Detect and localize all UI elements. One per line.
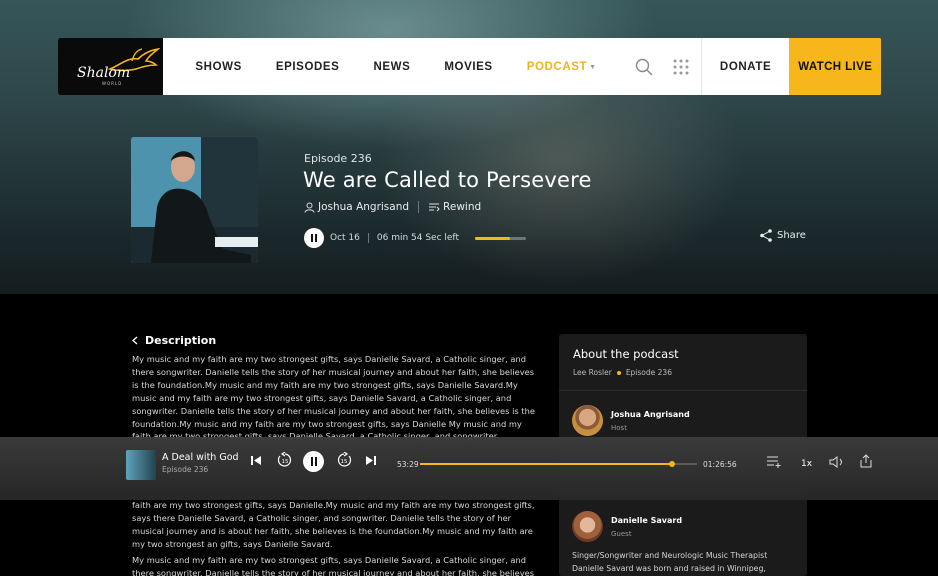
grid-icon[interactable] [673,59,689,75]
share-label: Share [777,230,806,241]
episode-progress-fill [474,236,510,240]
person-name: Danielle Savard [611,515,683,525]
next-button[interactable] [365,455,376,466]
volume-button[interactable] [829,456,845,468]
episode-author[interactable]: Joshua Angrisand [318,201,409,213]
description-title: Description [145,334,217,347]
nav-news[interactable]: NEWS [373,61,410,73]
nav-movies[interactable]: MOVIES [444,61,492,73]
audio-player-bar: A Deal with God Episode 236 15 15 53:29 [0,437,938,500]
pause-icon [311,234,317,242]
top-navigation: Shalom WORLD SHOWS EPISODES NEWS MOVIES … [58,38,881,95]
share-button[interactable]: Share [760,229,806,242]
episode-number: Episode 236 [304,152,372,165]
person-guest[interactable]: Danielle Savard Guest [572,511,682,542]
share-icon [760,229,772,242]
meta-divider [367,233,369,243]
panel-divider [559,390,807,391]
logo-text: Shalom [77,65,131,81]
export-icon [860,454,872,468]
current-time: 53:29 [397,460,419,469]
search-icon[interactable] [635,58,653,76]
skip-previous-icon [251,456,261,465]
chevron-down-icon: ▼ [589,63,597,71]
player-episode: Episode 236 [162,465,209,474]
cover-artwork [131,137,258,263]
watch-live-button[interactable]: WATCH LIVE [789,38,881,95]
rewind-icon [429,203,440,212]
nav-links: SHOWS EPISODES NEWS MOVIES PODCAST ▼ [163,38,702,95]
about-title: About the podcast [573,347,679,361]
previous-button[interactable] [251,455,262,466]
separator-dot [616,370,621,375]
about-presenter: Lee Rosler [573,368,612,377]
description-text-more: My music and my faith are my two stronge… [132,555,535,576]
logo[interactable]: Shalom WORLD [58,38,164,95]
episode-progress [474,236,526,240]
person-name: Joshua Angrisand [611,409,690,419]
player-thumbnail [126,450,156,480]
nav-episodes[interactable]: EPISODES [276,61,340,73]
avatar [572,405,603,436]
about-subtitle: Lee Rosler Episode 236 [573,368,672,377]
player-title: A Deal with God [162,452,239,463]
nav-icons [635,58,689,76]
episode-cover-image [131,137,258,263]
forward-15-icon: 15 [337,452,352,467]
description-text-continued: faith are my two strongest gifts, says D… [132,500,535,549]
volume-icon [829,456,842,468]
episode-title: We are Called to Persevere [303,168,592,192]
episode-meta: Joshua Angrisand Rewind [304,201,481,213]
person-role: Host [611,423,627,432]
person-role: Guest [611,529,632,538]
episode-date: Oct 16 [330,233,360,243]
guest-bio: Singer/Songwriter and Neurologic Music T… [572,551,768,573]
skip-next-icon [366,456,376,465]
replay-15-button[interactable]: 15 [277,452,293,468]
description-heading[interactable]: Description [132,334,216,347]
nav-shows[interactable]: SHOWS [195,61,241,73]
episode-play-row: Oct 16 06 min 54 Sec left [304,228,526,248]
forward-15-button[interactable]: 15 [336,452,352,468]
about-episode: Episode 236 [625,368,672,377]
replay-15-text: 15 [282,459,289,465]
forward-15-text: 15 [341,459,348,465]
seek-handle[interactable] [669,461,676,467]
total-time: 01:26:56 [703,460,737,469]
chevron-left-icon [132,336,138,345]
queue-icon [767,456,781,468]
person-host[interactable]: Joshua Angrisand Host [572,405,690,436]
nav-podcast[interactable]: PODCAST ▼ [527,61,597,73]
avatar [572,511,603,542]
donate-button[interactable]: DONATE [702,38,790,95]
description-text: My music and my faith are my two stronge… [132,354,536,441]
nav-podcast-label: PODCAST [526,60,588,73]
pause-icon [310,457,317,466]
seek-bar[interactable] [420,461,697,467]
queue-button[interactable] [767,456,781,468]
player-pause-button[interactable] [303,451,324,472]
replay-15-icon: 15 [277,452,292,467]
export-button[interactable] [860,454,872,468]
episode-show[interactable]: Rewind [443,201,481,213]
seek-bar-fill [420,463,673,465]
logo-subtext: WORLD [102,81,123,86]
pause-button[interactable] [304,228,324,248]
playback-speed[interactable]: 1x [801,459,812,469]
episode-time-left: 06 min 54 Sec left [376,233,459,243]
meta-divider [418,201,420,213]
user-icon [304,202,315,213]
